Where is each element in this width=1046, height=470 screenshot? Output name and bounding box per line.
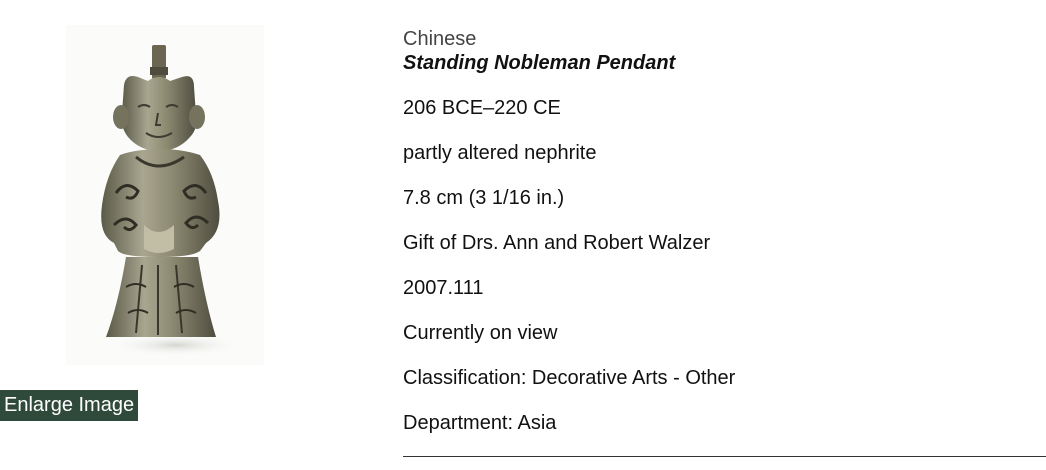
artwork-department: Department: Asia (403, 412, 557, 434)
nobleman-pendant-illustration (101, 45, 246, 357)
section-divider (403, 456, 1046, 457)
artwork-culture: Chinese (403, 28, 477, 50)
artwork-title: Standing Nobleman Pendant (403, 52, 676, 74)
artwork-credit-line: Gift of Drs. Ann and Robert Walzer (403, 232, 711, 254)
artwork-details: Chinese Standing Nobleman Pendant 206 BC… (403, 28, 1046, 457)
artwork-image[interactable] (66, 25, 264, 365)
artwork-date: 206 BCE–220 CE (403, 97, 561, 119)
artwork-detail-page: Enlarge Image < f t t p Chinese Standing… (0, 0, 1046, 470)
artwork-accession-number: 2007.111 (403, 277, 484, 299)
artwork-dimensions: 7.8 cm (3 1/16 in.) (403, 187, 565, 209)
artwork-classification: Classification: Decorative Arts - Other (403, 367, 736, 389)
enlarge-image-button[interactable]: Enlarge Image (0, 390, 139, 421)
artwork-view-status: Currently on view (403, 322, 558, 344)
artwork-medium: partly altered nephrite (403, 142, 597, 164)
